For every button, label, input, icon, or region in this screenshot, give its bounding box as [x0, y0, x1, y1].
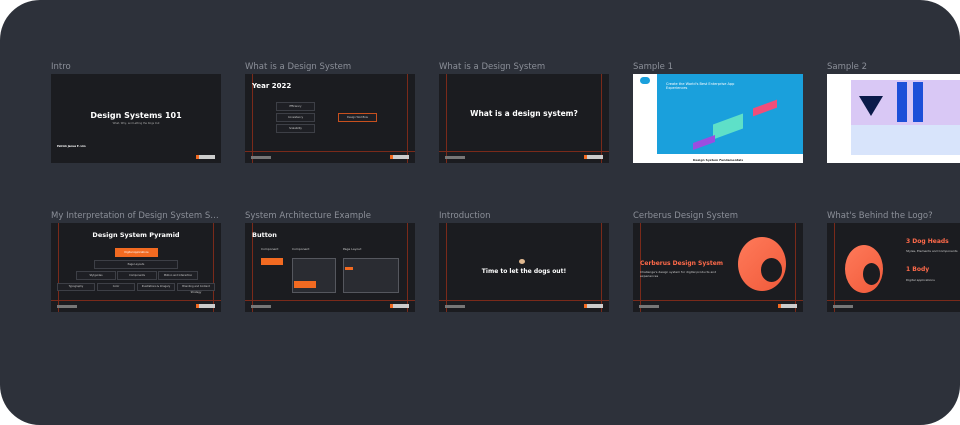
slide-label: System Architecture Example [245, 211, 372, 221]
slide-label: Sample 2 [827, 62, 867, 72]
diagram-target: Design Workflow [338, 113, 377, 122]
slide-label: What is a Design System [439, 62, 546, 72]
slide-card-what-is-ds[interactable]: What is a Design System Year 2022 Effici… [245, 61, 415, 163]
diagram-box: Scalability [276, 124, 315, 133]
slide-label: Cerberus Design System [633, 211, 739, 221]
pyramid-top: Digital Applications [115, 248, 158, 257]
slide-overview: Intro Design Systems 101 What, Why, and … [0, 0, 960, 425]
slide-card-introduction[interactable]: Introduction Time to let the dogs out! [439, 210, 609, 312]
slide-card-sample-2[interactable]: Sample 2 [827, 61, 960, 163]
brand-logo [196, 304, 215, 308]
cerberus-logo [738, 237, 786, 291]
author: Patrick James E. Lim [57, 145, 86, 148]
column-label: Component [292, 247, 310, 251]
slide-thumbnail[interactable]: Time to let the dogs out! [439, 223, 609, 312]
slide-thumbnail[interactable]: Design System Pyramid Digital Applicatio… [51, 223, 221, 312]
pyramid-level: Components [117, 271, 157, 280]
slide-title: Time to let the dogs out! [481, 268, 567, 275]
brand-logo [778, 304, 797, 308]
brand-logo [390, 155, 409, 159]
slide-title: What is a design system? [470, 109, 578, 118]
brand-logo [584, 304, 603, 308]
brand-logo [584, 155, 603, 159]
pyramid-level: Branding and Content Strategy [177, 283, 215, 294]
heading: 3 Dog Heads [906, 238, 949, 245]
brand-logo [390, 304, 409, 308]
slide-card-behind-logo[interactable]: What's Behind the Logo? 3 Dog Heads Styl… [827, 210, 960, 312]
cerberus-logo [845, 245, 883, 293]
slide-title: Button [252, 231, 277, 239]
text: Digital applications [906, 278, 935, 282]
slide-card-cerberus[interactable]: Cerberus Design System Cerberus Design S… [633, 210, 803, 312]
diagram-box: Consistency [276, 113, 315, 122]
sample-headline: Create the World's Best Enterprise App E… [666, 82, 735, 90]
slide-thumbnail[interactable] [827, 74, 960, 163]
slide-label: What is a Design System [245, 62, 352, 72]
slide-thumbnail[interactable]: What is a design system? [439, 74, 609, 163]
heading: 1 Body [906, 266, 930, 273]
slide-card-pyramid[interactable]: My Interpretation of Design System Struc… [51, 210, 221, 312]
dog-emoji-icon [519, 259, 525, 264]
slide-label: What's Behind the Logo? [827, 211, 933, 221]
brand-logo [196, 155, 215, 159]
slide-title: Design Systems 101 [90, 111, 182, 120]
slide-title: Cerberus Design System [640, 260, 724, 267]
slide-card-what-is-ds-question[interactable]: What is a Design System What is a design… [439, 61, 609, 163]
column-label: Page Layout [343, 247, 362, 251]
slide-label: Introduction [439, 211, 491, 221]
diagram-box: Efficiency [276, 102, 315, 111]
slide-thumbnail[interactable]: Year 2022 Efficiency Consistency Scalabi… [245, 74, 415, 163]
slide-thumbnail[interactable]: Button Component Component Page Layout [245, 223, 415, 312]
pyramid-level: Stylguides [76, 271, 116, 280]
slide-subtitle: Challenge's design system for digital pr… [640, 270, 717, 278]
slide-thumbnail[interactable]: 3 Dog Heads Styles, Elements and Compone… [827, 223, 960, 312]
slide-thumbnail[interactable]: Cerberus Design System Challenge's desig… [633, 223, 803, 312]
pyramid-level: Motion and Interaction [158, 271, 198, 280]
pyramid-level: Color [97, 283, 135, 291]
slide-card-sample-1[interactable]: Sample 1 Create the World's Best Enterpr… [633, 61, 803, 163]
slide-thumbnail[interactable]: Create the World's Best Enterprise App E… [633, 74, 803, 163]
text: Styles, Elements and Components [906, 249, 958, 253]
slide-thumbnail[interactable]: Design Systems 101 What, Why, and Lettin… [51, 74, 221, 163]
pyramid-level: Typography [57, 283, 95, 291]
slide-label: Sample 1 [633, 62, 673, 72]
column-label: Component [261, 247, 279, 251]
pyramid-level: Page Layouts [94, 260, 178, 269]
sample-caption: Design System Fundamentals [693, 158, 744, 162]
slide-label: My Interpretation of Design System Struc… [51, 211, 221, 221]
slide-card-intro[interactable]: Intro Design Systems 101 What, Why, and … [51, 61, 221, 163]
slide-label: Intro [51, 62, 71, 72]
slide-subtitle: What, Why, and Letting the Dogs Out [112, 122, 160, 125]
slide-card-architecture[interactable]: System Architecture Example Button Compo… [245, 210, 415, 312]
pyramid-level: Illustrations & Imagery [137, 283, 175, 291]
slide-title: Design System Pyramid [92, 231, 180, 239]
slide-title: Year 2022 [252, 82, 292, 90]
